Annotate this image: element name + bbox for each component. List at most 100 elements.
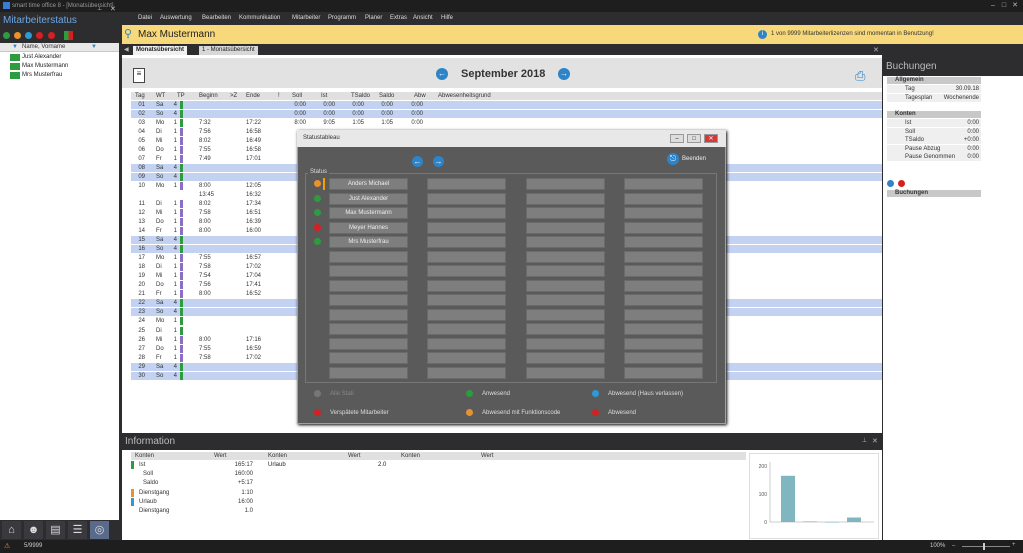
cell-b: 7:58 <box>199 264 211 271</box>
document-icon[interactable]: ▤ <box>46 521 65 539</box>
day-type-bar <box>180 155 183 164</box>
location-icon[interactable]: ◎ <box>90 521 109 539</box>
next-month-button[interactable]: → <box>558 68 570 80</box>
menu-item-hilfe[interactable]: Hilfe <box>441 15 453 21</box>
print-icon[interactable]: ⎙ <box>855 68 865 84</box>
search-icon[interactable]: ⚲ <box>124 27 132 40</box>
employee-row[interactable]: Just Alexander <box>0 53 119 62</box>
cell-e: 16:58 <box>246 129 262 136</box>
cell-b: 7:49 <box>199 156 211 163</box>
info-close-icon[interactable]: ✕ <box>872 437 878 445</box>
filter-late-icon[interactable] <box>48 32 55 39</box>
field-label: Tagesplan <box>905 94 933 101</box>
employee-status-cell[interactable]: Max Mustermann <box>329 207 408 219</box>
info-mid-value: 2.0 <box>378 462 387 468</box>
prev-month-button[interactable]: ← <box>436 68 448 80</box>
warning-icon: ⚠ <box>4 543 11 550</box>
day-type-bar <box>180 200 183 209</box>
status-dot <box>314 209 321 216</box>
menu-item-kommunikation[interactable]: Kommunikation <box>239 15 280 21</box>
employee-status-cell[interactable]: Mrs Musterfrau <box>329 236 408 248</box>
zoom-out-icon[interactable]: – <box>952 543 955 549</box>
employees-icon[interactable]: ☻ <box>24 521 43 539</box>
dialog-close-button[interactable]: ✕ <box>704 134 718 143</box>
cell-tag: 20 <box>138 282 145 289</box>
exit-icon[interactable]: ⎋ <box>667 153 679 165</box>
bookings-section[interactable]: Buchungen <box>887 190 981 197</box>
home-icon[interactable]: ⌂ <box>2 521 21 539</box>
exit-button[interactable]: Beenden <box>682 156 706 162</box>
delete-booking-button[interactable] <box>898 180 905 187</box>
zoom-thumb[interactable] <box>983 543 985 550</box>
cell-e: 16:58 <box>246 147 262 154</box>
empty-status-cell <box>624 308 703 321</box>
cell-wt: Fr <box>156 156 162 163</box>
employee-row[interactable]: Mrs Musterfrau <box>0 71 119 80</box>
empty-status-cell <box>427 221 506 234</box>
column-header: Ist <box>321 93 328 99</box>
cell-tp: 1 <box>173 318 177 325</box>
cell-tag: 30 <box>138 372 145 379</box>
menu-item-planer[interactable]: Planer <box>365 15 382 21</box>
list-icon[interactable]: ☰ <box>68 521 87 539</box>
tab-monatsuebersicht-1[interactable]: 1 - Monatsübersicht <box>199 46 258 55</box>
info-pin-icon[interactable]: ⊥ <box>862 437 867 444</box>
dialog-maximize-button[interactable]: □ <box>687 134 701 143</box>
cell-wt: Sa <box>156 102 164 108</box>
day-type-bar <box>180 137 183 146</box>
menu-item-auswertung[interactable]: Auswertung <box>160 15 192 21</box>
field-label: Pause Genommen <box>905 154 956 160</box>
zoom-in-icon[interactable]: + <box>1012 542 1016 548</box>
day-row[interactable]: 01 Sa 4 0:00 0:00 0:00 0:00 0:00 <box>131 101 882 109</box>
dialog-prev-button[interactable]: ← <box>412 156 423 167</box>
column-header: Abw <box>414 93 426 99</box>
employee-status-cell[interactable]: Meyer Hannes <box>329 221 408 234</box>
list-doc-icon[interactable]: ≡ <box>133 68 145 83</box>
cell-wt: Mo <box>156 183 165 190</box>
filter-icon[interactable]: ▼ <box>91 44 97 50</box>
day-type-bar <box>180 362 183 371</box>
cell-e: 12:05 <box>246 183 262 190</box>
dialog-next-button[interactable]: → <box>433 156 444 167</box>
empty-status-cell <box>329 265 408 277</box>
menu-item-mitarbeiter[interactable]: Mitarbeiter <box>292 15 320 21</box>
month-title: September 2018 <box>461 68 546 80</box>
employee-row[interactable]: Max Mustermann <box>0 62 119 71</box>
day-row[interactable]: 03 Mo 1 7:32 17:22 8:00 9:05 1:05 1:05 0:00 <box>131 119 882 128</box>
day-row[interactable]: 02 So 4 0:00 0:00 0:00 0:00 0:00 <box>131 110 882 119</box>
menu-item-extras[interactable]: Extras <box>390 15 407 21</box>
zoom-slider[interactable] <box>962 546 1010 547</box>
menu-item-ansicht[interactable]: Ansicht <box>413 15 433 21</box>
tab-close-icon[interactable]: ✕ <box>873 46 879 54</box>
section-konten[interactable]: Konten <box>887 111 981 118</box>
employee-status-cell[interactable]: Just Alexander <box>329 192 408 205</box>
menu-item-bearbeiten[interactable]: Bearbeiten <box>202 15 231 21</box>
cell-e: 17:02 <box>246 354 262 361</box>
cell-soll: 0:00 <box>294 102 306 108</box>
menu-item-datei[interactable]: Datei <box>138 15 152 21</box>
cell-tp: 1 <box>173 228 177 235</box>
dialog-minimize-button[interactable]: – <box>670 134 684 143</box>
employee-list-header[interactable]: ▼ Name, Vorname ▼ <box>0 43 119 52</box>
filter-function-icon[interactable] <box>14 32 21 39</box>
column-header: ! <box>278 93 280 99</box>
field-value: 30.09.18 <box>955 86 979 92</box>
day-type-bar <box>180 146 183 155</box>
filter-all-icon[interactable] <box>64 31 73 40</box>
empty-status-cell <box>427 192 506 205</box>
add-booking-button[interactable] <box>887 180 894 187</box>
section-allgemein[interactable]: Allgemein <box>887 77 981 84</box>
filter-present-icon[interactable] <box>3 32 10 39</box>
menu-item-programm[interactable]: Programm <box>328 15 356 21</box>
cell-sal: 0:00 <box>381 111 393 118</box>
filter-absent-icon[interactable] <box>36 32 43 39</box>
filter-left-icon[interactable] <box>25 32 32 39</box>
cell-tag: 22 <box>138 300 145 307</box>
employee-status-cell[interactable]: Anders Michael <box>329 178 408 190</box>
tab-monatsuebersicht[interactable]: Monatsübersicht <box>133 46 188 55</box>
legend-label[interactable]: Alle Stati <box>330 391 354 397</box>
booking-field: Tagesplan Wochenende <box>887 93 981 102</box>
tab-scroll-icon[interactable]: ◀ <box>124 46 129 53</box>
empty-status-cell <box>427 178 506 190</box>
cell-tp: 1 <box>173 156 177 163</box>
